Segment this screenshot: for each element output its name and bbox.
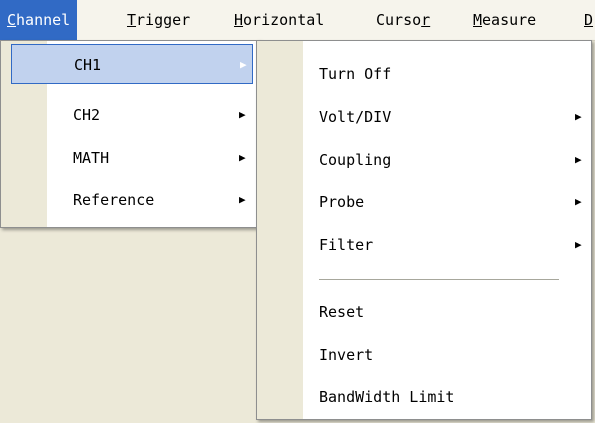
menu-cursor[interactable]: Cursor	[369, 0, 437, 40]
ch1-menu-item-label: Coupling	[319, 151, 392, 169]
ch1-menu-item-invert[interactable]: Invert	[257, 335, 591, 375]
ch1-menu-item-label: Filter	[319, 236, 374, 254]
submenu-arrow-icon: ▶	[240, 58, 247, 71]
menu-more-accel: D	[584, 11, 594, 29]
channel-menu-item-ch2[interactable]: CH2 ▶	[11, 95, 253, 135]
channel-menu-item-label: Reference	[73, 191, 155, 209]
channel-menu-item-reference[interactable]: Reference ▶	[11, 180, 253, 220]
ch1-menu-item-label: Invert	[319, 346, 374, 364]
menu-trigger-accel: T	[127, 11, 137, 29]
ch1-menu-item-label: BandWidth Limit	[319, 388, 455, 406]
ch1-menu-item-volt-div[interactable]: Volt/DIV ▶	[257, 97, 591, 137]
ch1-menu-item-turn-off[interactable]: Turn Off	[257, 54, 591, 94]
ch1-menu-item-probe[interactable]: Probe ▶	[257, 182, 591, 222]
menu-cursor-accel: r	[421, 11, 431, 29]
ch1-menu-item-bandwidth-limit[interactable]: BandWidth Limit	[257, 377, 591, 417]
menu-measure[interactable]: Measure	[466, 0, 543, 40]
ch1-submenu: Turn Off Volt/DIV ▶ Coupling ▶ Probe ▶ F…	[256, 40, 592, 420]
menu-cursor-label: Curso	[376, 11, 422, 29]
submenu-arrow-icon: ▶	[575, 110, 582, 123]
channel-menu-item-math[interactable]: MATH ▶	[11, 138, 253, 178]
channel-menu-item-label: CH2	[73, 106, 101, 124]
channel-menu: CH1 ▶ CH2 ▶ MATH ▶ Reference ▶	[0, 40, 260, 228]
workspace-background	[0, 228, 260, 423]
menu-channel-label: hannel	[16, 11, 71, 29]
menu-horizontal-label: orizontal	[243, 11, 325, 29]
submenu-arrow-icon: ▶	[239, 193, 246, 206]
menu-trigger[interactable]: Trigger	[120, 0, 197, 40]
ch1-menu-item-label: Volt/DIV	[319, 108, 392, 126]
menu-measure-label: easure	[482, 11, 537, 29]
ch1-menu-item-label: Reset	[319, 303, 365, 321]
menu-channel[interactable]: Channel	[0, 0, 78, 40]
menu-trigger-label: rigger	[136, 11, 191, 29]
submenu-arrow-icon: ▶	[575, 238, 582, 251]
menu-horizontal-accel: H	[234, 11, 244, 29]
channel-menu-item-label: MATH	[73, 149, 110, 167]
ch1-menu-item-reset[interactable]: Reset	[257, 292, 591, 332]
ch1-menu-item-label: Probe	[319, 193, 365, 211]
submenu-arrow-icon: ▶	[575, 195, 582, 208]
channel-menu-item-label: CH1	[74, 56, 102, 74]
menu-measure-accel: M	[473, 11, 483, 29]
menu-bar: Channel Trigger Horizontal Cursor Measur…	[0, 0, 595, 41]
ch1-menu-item-filter[interactable]: Filter ▶	[257, 225, 591, 265]
channel-menu-item-ch1[interactable]: CH1 ▶	[11, 44, 253, 84]
submenu-arrow-icon: ▶	[575, 153, 582, 166]
menu-more[interactable]: D	[577, 0, 595, 40]
menu-separator	[319, 279, 559, 280]
submenu-arrow-icon: ▶	[239, 108, 246, 121]
menu-channel-accel: C	[7, 11, 17, 29]
menu-horizontal[interactable]: Horizontal	[227, 0, 331, 40]
ch1-menu-item-label: Turn Off	[319, 65, 392, 83]
submenu-arrow-icon: ▶	[239, 151, 246, 164]
ch1-menu-item-coupling[interactable]: Coupling ▶	[257, 140, 591, 180]
